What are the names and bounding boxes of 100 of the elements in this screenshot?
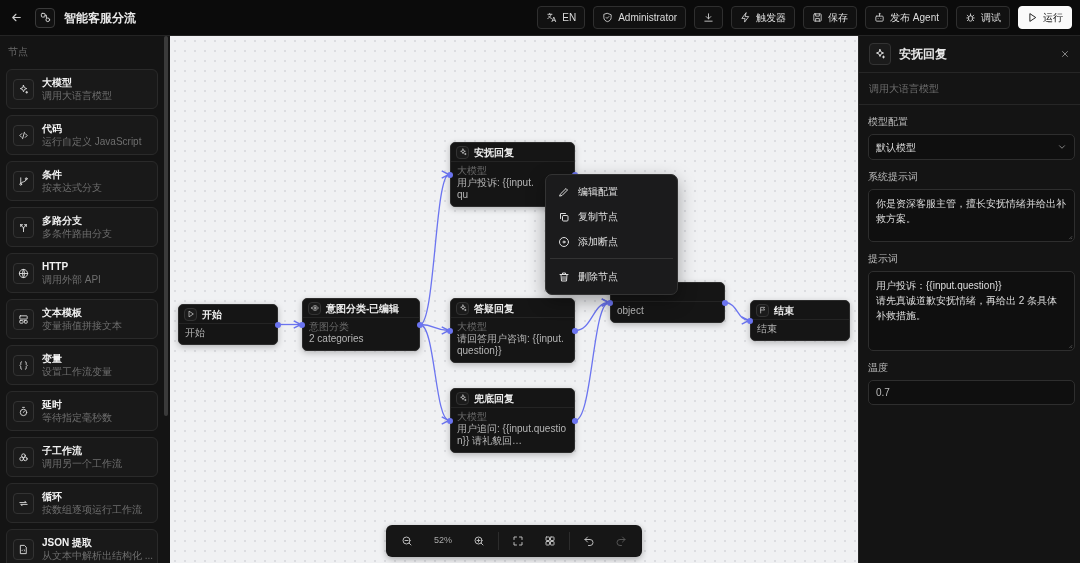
model-select[interactable]: 默认模型 [868,134,1075,160]
zoom-level: 52% [433,534,453,548]
run-button[interactable]: 运行 [1018,6,1072,29]
node-summary: 2 categories [309,333,365,345]
node-palette-item[interactable]: 代码 运行自定义 JavaScript [6,115,158,155]
stopwatch-icon [13,400,34,422]
play-icon [184,307,197,321]
eye-icon [308,301,321,315]
node-palette-item[interactable]: 文本模板 变量插值拼接文本 [6,299,158,339]
user-button[interactable]: Administrator [593,6,687,29]
port-handle[interactable] [275,321,281,328]
save-button[interactable]: 保存 [803,6,858,29]
node-type: 意图分类 [309,321,350,333]
workflow-node[interactable]: 结束 结束 [750,300,850,341]
workflow-node[interactable]: 开始 开始 [178,304,278,345]
shield-icon [602,12,614,23]
layout-icon [13,308,34,330]
menu-item[interactable]: 复制节点 [550,204,673,229]
pencil-icon [558,185,570,198]
item-title: HTTP [42,260,70,273]
language-button[interactable]: EN [537,6,586,29]
zoom-out-icon [401,535,413,547]
node-palette-item[interactable]: 变量 设置工作流变量 [6,345,158,385]
code-icon [13,124,34,146]
field-label: 模型配置 [868,115,909,129]
port-handle[interactable] [572,327,578,334]
play-icon [1027,12,1038,23]
flag-icon [756,303,769,317]
port-handle[interactable] [722,299,728,306]
node-palette-item[interactable]: 多路分支 多条件路由分支 [6,207,158,247]
copy-icon [558,210,570,223]
temperature-input[interactable]: 0.7 [868,380,1075,405]
node-title: 结束 [774,303,794,318]
workflow-icon [35,7,55,28]
section-heading: 节点 [8,45,29,59]
publish-button[interactable]: 发布 Agent [865,6,948,29]
panel-title: 安抚回复 [899,46,947,63]
translate-icon [546,12,558,23]
trigger-button[interactable]: 触发器 [731,6,796,29]
node-title: 开始 [202,307,222,322]
prompt-textarea[interactable]: 用户投诉：{{input.question}} 请先真诚道歉安抚情绪，再给出 2 条具体补救措施。 [868,271,1075,351]
workflow-node[interactable]: 意图分类-已编辑 意图分类 2 categories [302,298,420,351]
menu-item[interactable]: 删除节点 [550,258,673,290]
debug-button[interactable]: 调试 [956,6,1010,29]
port-handle[interactable] [572,417,578,424]
undo-icon [583,535,595,547]
node-palette-item[interactable]: 循环 按数组逐项运行工作流 [6,483,158,523]
node-type: 大模型 [457,165,488,177]
port-handle[interactable] [607,299,613,306]
circle-dot-icon [558,235,570,248]
node-summary: 用户投诉: {{input.qu [457,177,535,201]
item-description: 设置工作流变量 [42,365,112,378]
node-summary: 请回答用户咨询: {{input.question}} [457,333,565,357]
port-handle[interactable] [447,171,453,178]
chevron-down-icon [1057,142,1067,152]
item-description: 按表达式分支 [42,181,102,194]
node-title: 安抚回复 [474,145,514,160]
globe-icon [13,262,34,284]
item-title: 文本模板 [42,306,83,319]
item-description: 调用大语言模型 [42,89,112,102]
back-arrow-icon[interactable] [10,11,23,24]
scrollbar-thumb[interactable] [164,36,168,416]
download-button[interactable] [694,6,724,29]
redo-icon [615,535,627,547]
field-label: 温度 [868,361,889,375]
workflow-title: 智能客服分流 [64,9,136,27]
port-handle[interactable] [417,321,423,328]
item-description: 等待指定毫秒数 [42,411,112,424]
trash-icon [558,270,570,283]
save-icon [812,12,824,23]
workflow-node[interactable]: 答疑回复 大模型 请回答用户咨询: {{input.question}} [450,298,575,363]
prompt-textarea[interactable]: 你是资深客服主管，擅长安抚情绪并给出补救方案。 [868,189,1075,242]
node-type: 大模型 [457,411,488,423]
circles-icon [13,446,34,468]
node-summary: 结束 [757,323,778,335]
port-handle[interactable] [299,321,305,328]
corners-icon [512,535,524,547]
node-palette-item[interactable]: HTTP 调用外部 API [6,253,158,293]
repeat-icon [13,492,34,514]
sparkle-icon [456,301,469,315]
sparkle-icon [456,391,469,405]
node-palette-item[interactable]: 大模型 调用大语言模型 [6,69,158,109]
node-palette-item[interactable]: 延时 等待指定毫秒数 [6,391,158,431]
item-description: 调用外部 API [42,273,101,286]
node-summary: 开始 [185,327,206,339]
close-icon[interactable] [1060,49,1070,59]
node-palette-item[interactable]: 条件 按表达式分支 [6,161,158,201]
lightning-icon [740,12,752,23]
item-title: 代码 [42,122,63,135]
document-icon [13,538,34,560]
node-palette-item[interactable]: JSON 提取 从文本中解析出结构化 ... [6,529,158,563]
workflow-node[interactable]: 兜底回复 大模型 用户追问: {{input.question}} 请礼貌回… [450,388,575,453]
node-summary: 用户追问: {{input.question}} 请礼貌回… [457,423,567,447]
menu-item[interactable]: 添加断点 [550,229,673,254]
port-handle[interactable] [447,327,453,334]
item-title: 子工作流 [42,444,83,457]
port-handle[interactable] [747,317,753,324]
node-title: 答疑回复 [474,301,514,316]
port-handle[interactable] [447,417,453,424]
resize-grip-icon [1066,342,1073,349]
